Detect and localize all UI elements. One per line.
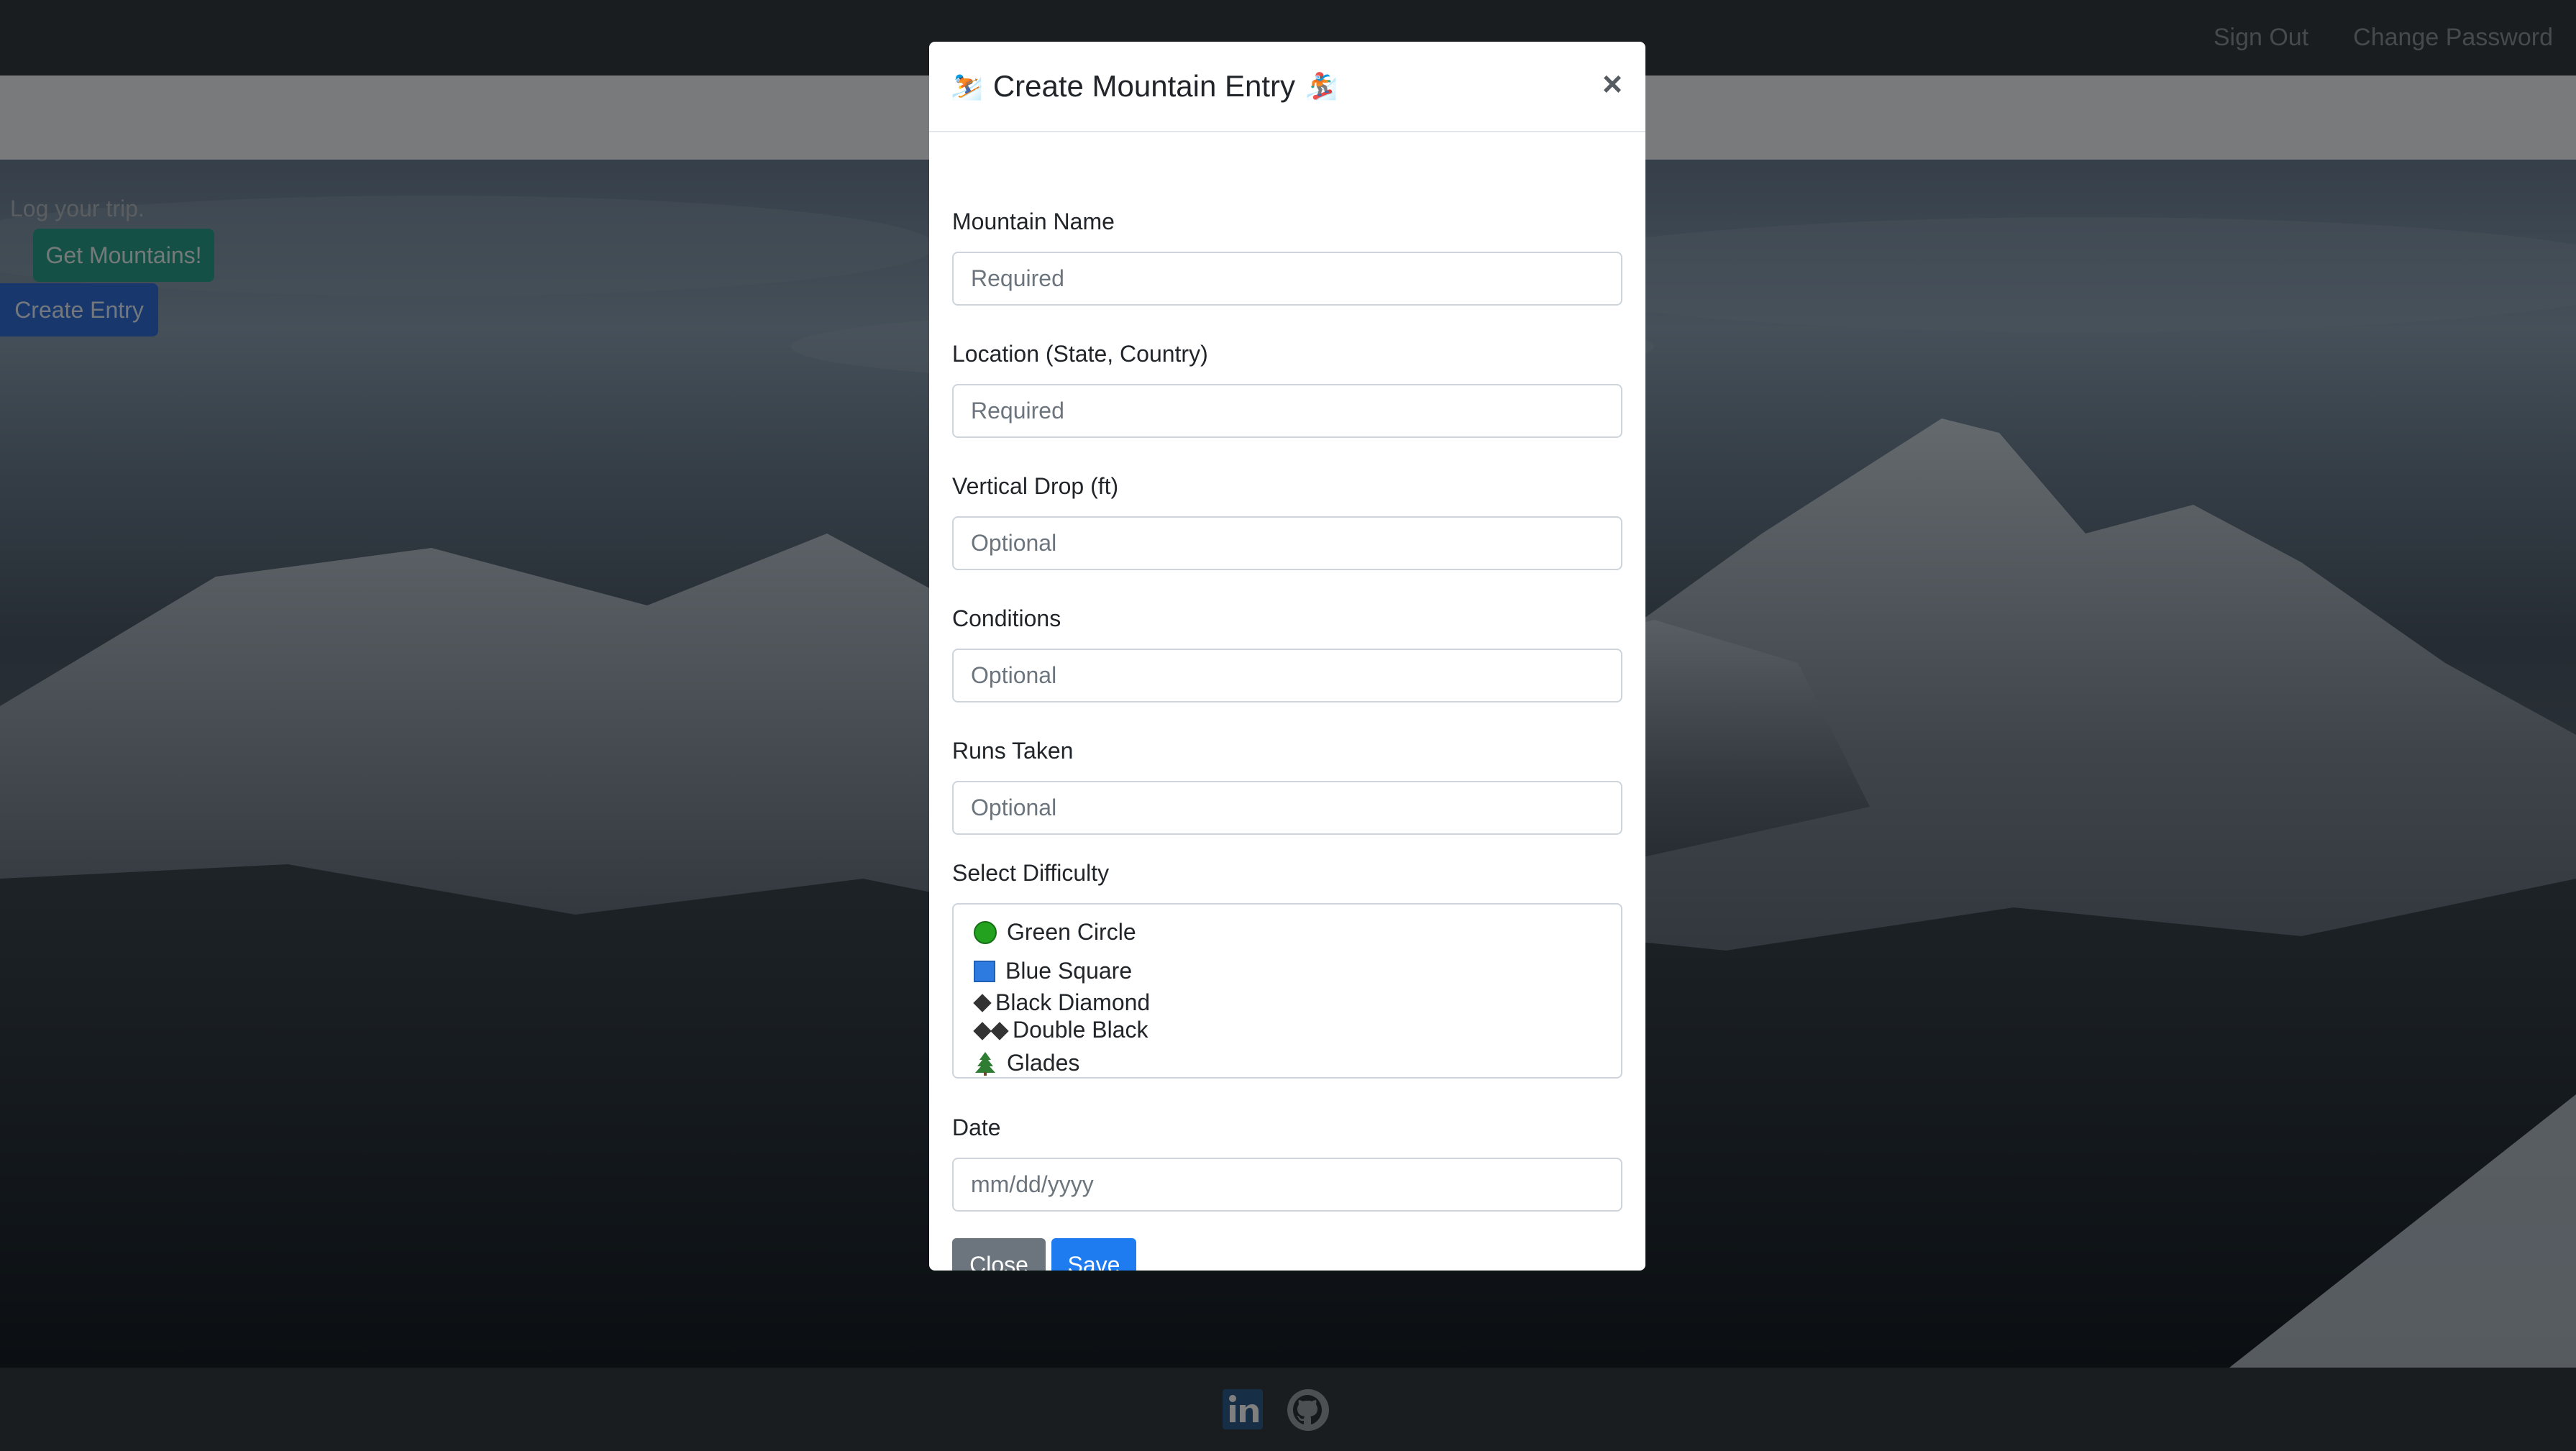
modal-header: ⛷️ Create Mountain Entry 🏂 × [929,42,1645,132]
difficulty-option-blue-square[interactable]: Blue Square [974,958,1132,984]
vertical-drop-input[interactable] [952,516,1622,570]
save-button[interactable]: Save [1051,1238,1136,1271]
option-label: Blue Square [1005,958,1133,984]
conditions-input[interactable] [952,649,1622,702]
location-input[interactable] [952,384,1622,438]
green-circle-icon [974,920,997,944]
vertical-drop-label: Vertical Drop (ft) [952,473,1119,499]
difficulty-option-double-black[interactable]: Double Black [973,1017,1148,1043]
location-label: Location (State, Country) [952,341,1208,367]
tree-icon [975,1051,995,1076]
conditions-label: Conditions [952,605,1061,631]
runs-taken-label: Runs Taken [952,738,1074,764]
difficulty-label: Select Difficulty [952,860,1110,886]
create-entry-modal: ⛷️ Create Mountain Entry 🏂 × Mountain Na… [929,42,1645,1271]
skier-icon: ⛷️ [951,71,983,101]
option-label: Double Black [1013,1017,1148,1043]
option-label: Green Circle [1007,919,1136,945]
runs-taken-input[interactable] [952,781,1622,835]
blue-square-icon [974,960,995,982]
modal-title: ⛷️ Create Mountain Entry 🏂 [951,42,1338,131]
black-diamond-icon [973,993,992,1012]
double-black-diamond-icon [973,1017,1009,1043]
option-label: Black Diamond [995,989,1151,1015]
snowboarder-icon: 🏂 [1305,71,1338,101]
difficulty-select[interactable]: Green Circle Blue Square Black Diamond D… [952,903,1622,1079]
date-input[interactable] [952,1158,1622,1212]
close-button[interactable]: Close [952,1238,1046,1271]
option-label: Glades [1007,1050,1080,1076]
difficulty-option-glades[interactable]: Glades [974,1050,1079,1076]
date-label: Date [952,1114,1001,1140]
difficulty-option-green-circle[interactable]: Green Circle [974,919,1136,946]
mountain-name-input[interactable] [952,252,1622,306]
modal-title-text: Create Mountain Entry [992,69,1296,103]
close-icon[interactable]: × [1602,63,1622,106]
difficulty-option-black-diamond[interactable]: Black Diamond [973,989,1151,1016]
mountain-name-label: Mountain Name [952,209,1115,234]
